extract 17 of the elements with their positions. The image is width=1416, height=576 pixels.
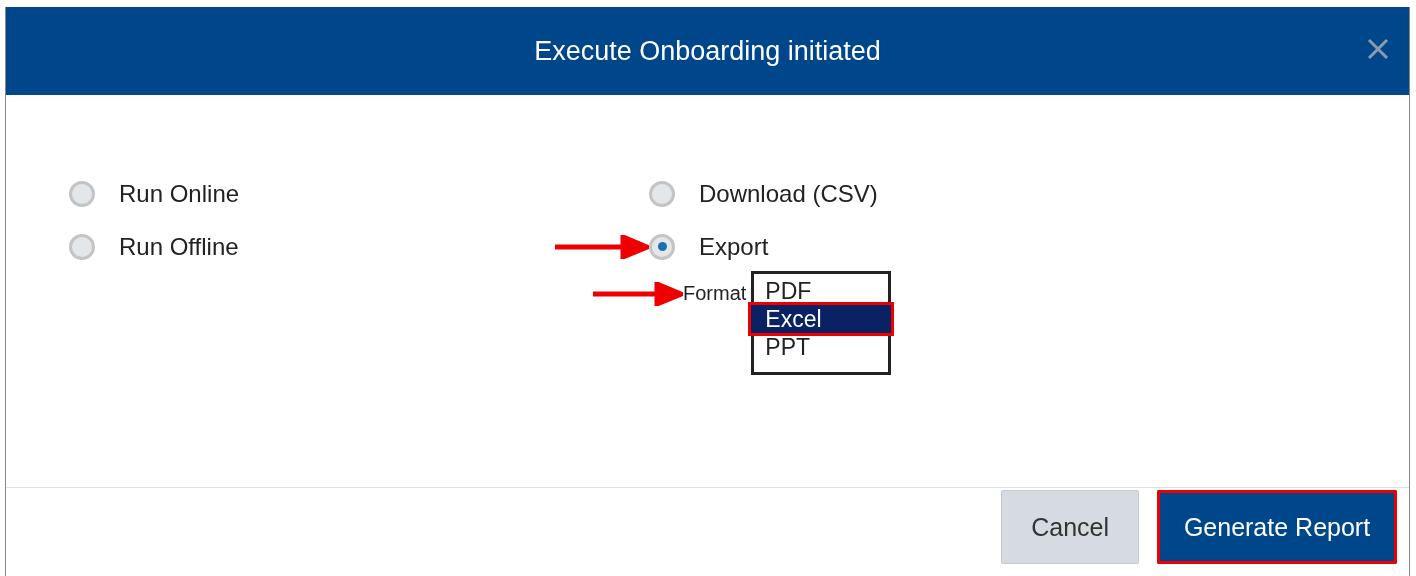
- format-listbox[interactable]: PDF Excel PPT: [751, 271, 892, 375]
- list-option[interactable]: Excel: [751, 305, 892, 333]
- close-icon[interactable]: [1367, 38, 1389, 60]
- cancel-button[interactable]: Cancel: [1001, 490, 1139, 564]
- generate-button[interactable]: Generate Report: [1157, 490, 1397, 564]
- list-option[interactable]: PDF: [754, 277, 889, 305]
- dialog-title: Execute Onboarding initiated: [534, 35, 881, 67]
- radio-button[interactable]: [69, 233, 95, 260]
- radio-label: Run Offline: [119, 232, 239, 261]
- radio-label: Export: [699, 232, 769, 261]
- radio-button[interactable]: [69, 180, 95, 207]
- radio-label: Run Online: [119, 179, 240, 208]
- radio-button[interactable]: [649, 180, 675, 207]
- list-option[interactable]: PPT: [754, 333, 889, 361]
- radio-button[interactable]: [649, 233, 675, 260]
- radio-label: Download (CSV): [699, 179, 878, 208]
- format-label: Format: [683, 282, 747, 305]
